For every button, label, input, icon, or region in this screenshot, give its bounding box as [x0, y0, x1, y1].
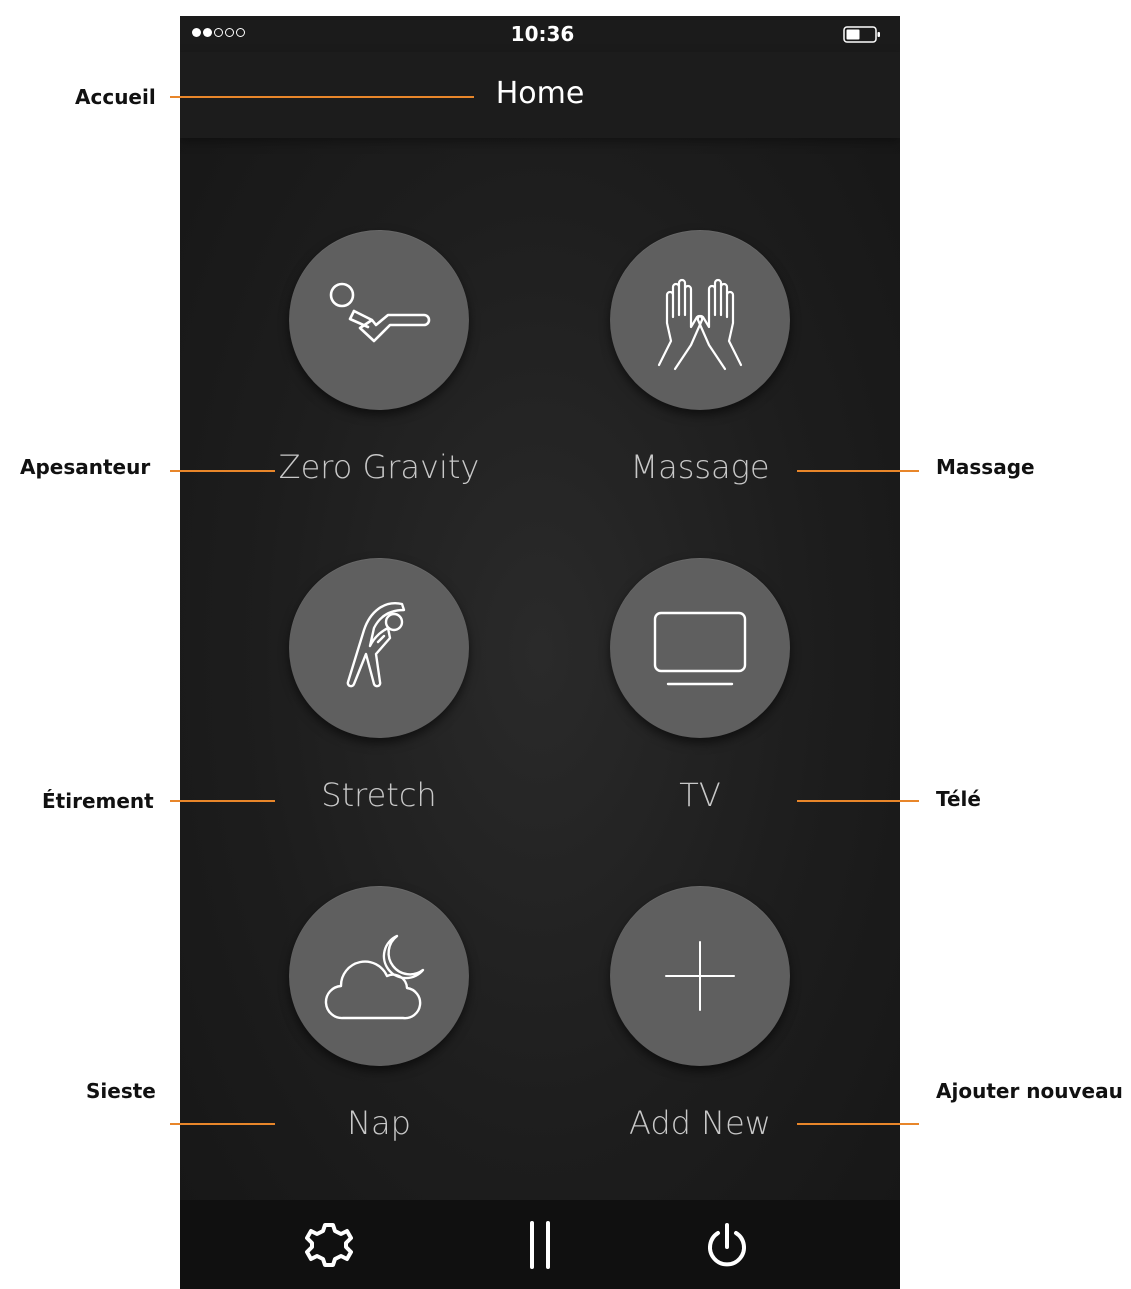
phone-screen: 10:36 Home Zero Gravity Massage Stretch … — [180, 16, 900, 1289]
plus-icon — [665, 941, 735, 1011]
gear-icon — [305, 1223, 353, 1267]
callout-add-new: Ajouter nouveau — [936, 1079, 1123, 1103]
stretch-button[interactable]: Stretch — [259, 558, 499, 838]
stretch-label: Stretch — [321, 776, 437, 814]
callout-stretch: Étirement — [42, 789, 154, 813]
pause-button[interactable] — [515, 1220, 565, 1270]
callout-line-massage — [797, 470, 919, 472]
zero-gravity-icon — [329, 282, 431, 343]
nav-bar: Home — [180, 52, 900, 138]
cloud-moon-icon — [324, 934, 425, 1020]
callout-line-nap — [170, 1123, 275, 1125]
callout-tv: Télé — [936, 787, 981, 811]
status-bar: 10:36 — [180, 16, 900, 52]
callout-zero-gravity: Apesanteur — [20, 455, 151, 479]
callout-line-home — [170, 96, 474, 98]
callout-massage: Massage — [936, 455, 1035, 479]
callout-nap: Sieste — [86, 1079, 156, 1103]
callout-home: Accueil — [75, 85, 156, 109]
pause-icon — [530, 1221, 550, 1269]
stretch-icon — [346, 602, 406, 688]
tv-button-circle[interactable] — [610, 558, 790, 738]
battery-icon — [843, 26, 880, 43]
tv-label: TV — [679, 776, 721, 814]
page-title: Home — [495, 76, 585, 111]
add-new-label: Add New — [629, 1104, 771, 1142]
power-button[interactable] — [702, 1220, 752, 1270]
nap-button-circle[interactable] — [289, 886, 469, 1066]
hands-icon — [657, 278, 743, 371]
add-new-button-circle[interactable] — [610, 886, 790, 1066]
callout-line-zero-gravity — [170, 470, 275, 472]
nap-label: Nap — [347, 1104, 411, 1142]
zero-gravity-label: Zero Gravity — [278, 448, 480, 486]
zero-gravity-button[interactable]: Zero Gravity — [259, 230, 499, 510]
nap-button[interactable]: Nap — [259, 886, 499, 1166]
tv-icon — [653, 611, 747, 686]
stretch-button-circle[interactable] — [289, 558, 469, 738]
massage-button-circle[interactable] — [610, 230, 790, 410]
zero-gravity-button-circle[interactable] — [289, 230, 469, 410]
massage-label: Massage — [630, 448, 770, 486]
settings-button[interactable] — [304, 1220, 354, 1270]
massage-button[interactable]: Massage — [580, 230, 820, 510]
callout-line-stretch — [170, 800, 275, 802]
bottom-toolbar — [180, 1200, 900, 1289]
status-time: 10:36 — [510, 22, 575, 46]
callout-line-tv — [797, 800, 919, 802]
add-new-button[interactable]: Add New — [580, 886, 820, 1166]
callout-line-add-new — [797, 1123, 919, 1125]
tv-button[interactable]: TV — [580, 558, 820, 838]
power-icon — [708, 1223, 746, 1267]
